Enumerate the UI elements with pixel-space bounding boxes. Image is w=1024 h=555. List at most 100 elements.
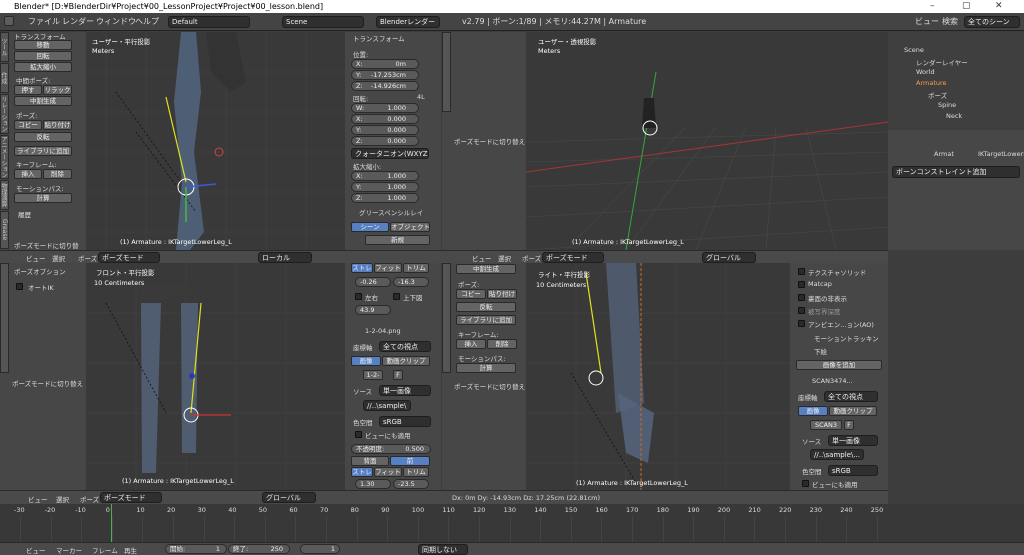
outliner-spine[interactable]: Spine (938, 101, 956, 109)
rotate-button[interactable]: 回転 (14, 51, 72, 61)
copy-pose-button-br[interactable]: コピー (456, 289, 486, 299)
crop-button[interactable]: トリム (403, 263, 429, 273)
menu-window[interactable]: ウィンドウ (96, 16, 136, 27)
insert-key-button[interactable]: 挿入 (14, 169, 42, 179)
copy-pose-button[interactable]: コピー (14, 120, 42, 130)
grease-scene-button[interactable]: シーン (351, 222, 389, 232)
viewport-bottom-left[interactable]: フロント・平行投影 10 Centimeters (1) Armature : … (86, 263, 345, 490)
viewport-top-right[interactable]: ユーザー・透視投影 Meters (1) Armature : IKTarget… (526, 32, 888, 250)
timeline[interactable]: -30 -20 -10 0 10 20 30 40 50 60 70 80 90 100 110 120 130… (0, 504, 1024, 542)
tab-options[interactable] (0, 263, 9, 373)
outliner-view-menu[interactable]: ビュー (915, 16, 939, 27)
end-frame-field[interactable]: 終了: 250 (228, 544, 290, 554)
ao-checkbox[interactable] (798, 320, 805, 327)
outliner-search-menu[interactable]: 検索 (942, 16, 958, 27)
tl-view-menu[interactable]: ビュー (26, 545, 46, 555)
outliner-neck[interactable]: Neck (946, 112, 962, 120)
maximize-button[interactable]: ▢ (962, 0, 971, 13)
bg-view-use-checkbox[interactable] (355, 431, 362, 438)
depth-of-field-checkbox[interactable] (798, 307, 805, 314)
move-button[interactable]: 移動 (14, 40, 72, 50)
outliner-world[interactable]: World (916, 68, 935, 76)
rp-axis-select[interactable]: 全ての視点 (824, 391, 878, 402)
fit-button[interactable]: フィット (374, 263, 402, 273)
tl-marker-menu[interactable]: マーカー (56, 545, 82, 555)
loc-z-field[interactable]: Z: -14.926cm (351, 81, 419, 91)
menu-help[interactable]: ヘルプ (135, 16, 159, 27)
rp-movie-button[interactable]: 動画クリップ (829, 406, 877, 416)
library-add-button[interactable]: ライブラリに追加 (14, 146, 72, 156)
vp3-pose-menu[interactable]: ポーズ (80, 494, 99, 504)
backface-checkbox[interactable] (798, 294, 805, 301)
render-engine-select[interactable]: Blenderレンダー (376, 16, 440, 28)
add-image-button[interactable]: 画像を追加 (796, 360, 882, 370)
all-scenes-select[interactable]: 全てのシーン (964, 16, 1020, 28)
layout-field[interactable]: Default (168, 16, 250, 28)
push-button[interactable]: 押す (14, 85, 42, 95)
menu-render[interactable]: レンダー (62, 16, 94, 27)
offset-x-field[interactable]: -0.26 (355, 277, 391, 287)
matcap-checkbox[interactable] (798, 281, 805, 288)
rot-y-field[interactable]: Y: 0.000 (351, 125, 419, 135)
mode-select-3[interactable]: ポーズモード (100, 492, 162, 503)
vp2-pose-menu[interactable]: ポーズ (522, 253, 541, 263)
outliner-render-layer[interactable]: レンダーレイヤー (916, 57, 968, 67)
rp-image-field[interactable]: SCAN3 (810, 420, 842, 430)
calc-button-br[interactable]: 計算 (456, 363, 516, 373)
delete-key-button[interactable]: 削除 (43, 169, 72, 179)
flip-y-checkbox[interactable] (393, 293, 400, 300)
rot-z-field[interactable]: Z: 0.000 (351, 136, 419, 146)
add-bone-constraint-select[interactable]: ボーンコンストレイント追加 (892, 166, 1020, 178)
rp-fake-user-button[interactable]: F (844, 420, 854, 430)
bg-frame-field[interactable]: 1-2- (363, 370, 383, 380)
vp-select-menu[interactable]: 選択 (52, 253, 65, 263)
bg-front-button[interactable]: 前 (390, 456, 430, 466)
viewport-bottom-right[interactable]: ライト・平行投影 10 Centimeters (1) Armature : I… (526, 263, 790, 490)
menu-file[interactable]: ファイル (28, 16, 60, 27)
tab-animation[interactable]: アニメーション (0, 135, 9, 179)
rot-x-field[interactable]: X: 0.000 (351, 114, 419, 124)
bg-image-button[interactable]: 画像 (351, 356, 381, 366)
tab-relations[interactable]: リレーション (0, 94, 9, 134)
rp-image-button[interactable]: 画像 (798, 406, 828, 416)
grease-object-button[interactable]: オブジェクト (390, 222, 430, 232)
vp2-select-menu[interactable]: 選択 (498, 253, 511, 263)
switch-pose-label-br[interactable]: ポーズモードに切り替え (454, 381, 525, 391)
calc-button[interactable]: 計算 (14, 193, 72, 203)
mode-select-2[interactable]: ポーズモード (542, 252, 604, 263)
orientation-select-3[interactable]: グローバル (262, 492, 316, 503)
tab-tools[interactable]: ツール (0, 32, 9, 62)
close-button[interactable]: ✕ (995, 0, 1003, 13)
current-frame-field[interactable]: 1 (300, 544, 340, 554)
orientation-select[interactable]: ローカル (258, 252, 312, 263)
vp-view-menu[interactable]: ビュー (26, 253, 46, 263)
loc-x-field[interactable]: X: 0m (351, 59, 419, 69)
tl-play-menu[interactable]: 再生 (124, 545, 137, 555)
breakdown-button-br[interactable]: 中割生成 (456, 264, 516, 274)
minimize-button[interactable]: – (930, 0, 935, 13)
bg-path-field[interactable]: //..\sample\ (363, 400, 411, 411)
crop-button-2[interactable]: トリム (403, 467, 429, 477)
sync-mode-select[interactable]: 同期しない (418, 544, 468, 555)
rot-w-field[interactable]: W: 1.000 (351, 103, 419, 113)
viewport-top-left[interactable]: ユーザー・平行投影 Meters (1) Armature : IKTarget… (86, 32, 345, 250)
rp-colorspace-select[interactable]: sRGB (828, 465, 878, 476)
editor-type-icon[interactable] (4, 16, 14, 26)
texture-solid-checkbox[interactable] (798, 268, 805, 275)
rp-source-select[interactable]: 単一画像 (828, 435, 878, 446)
outliner-armature[interactable]: Armature (916, 79, 947, 87)
bg-zoom-field[interactable]: 1.30 (355, 479, 391, 489)
auto-ik-checkbox[interactable] (16, 283, 23, 290)
bg-rotation-field[interactable]: 43.9 (355, 305, 391, 315)
flip-button-br[interactable]: 反転 (456, 302, 516, 312)
tab-grease-pencil[interactable]: Grease Pencil (0, 211, 9, 249)
delete-key-button-br[interactable]: 削除 (487, 339, 517, 349)
mode-select[interactable]: ポーズモード (98, 252, 160, 263)
rotation-mode-select[interactable]: クォータニオン(WXYZ) (351, 148, 429, 159)
grease-new-button[interactable]: 新規 (365, 235, 430, 245)
insert-key-button-br[interactable]: 挿入 (456, 339, 486, 349)
bg-movie-button[interactable]: 動画クリップ (382, 356, 430, 366)
rp-view-use-checkbox[interactable] (802, 480, 809, 487)
fit-button-2[interactable]: フィット (374, 467, 402, 477)
timeline-current-frame[interactable] (111, 504, 112, 542)
